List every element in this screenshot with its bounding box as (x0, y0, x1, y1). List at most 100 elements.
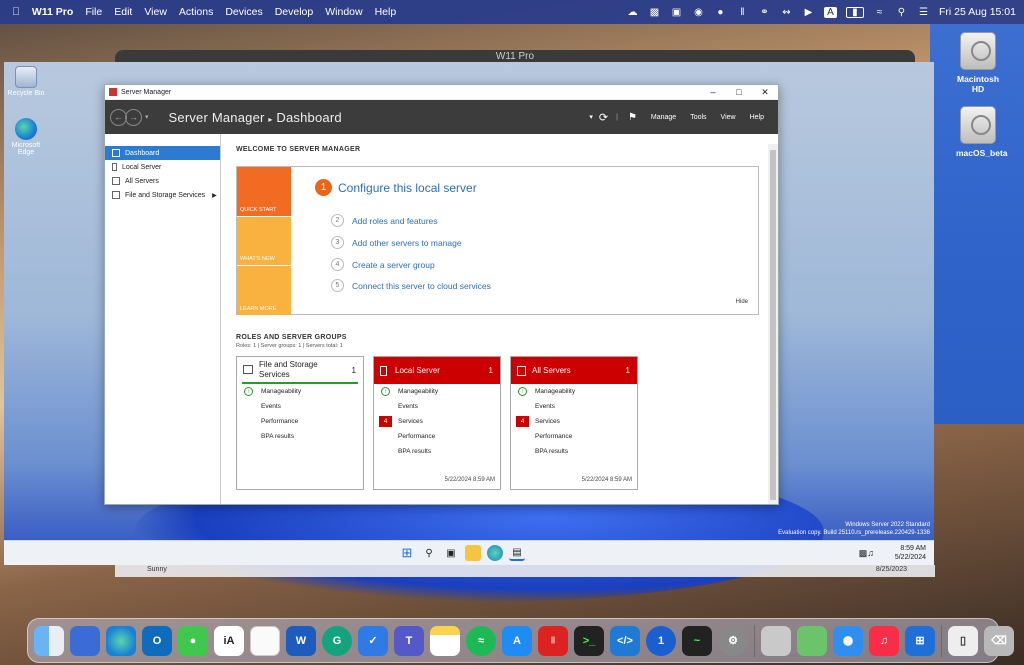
disk-macos-beta[interactable]: macOS_beta (956, 106, 1008, 158)
card-row-services[interactable]: 4 Services (374, 414, 500, 429)
tasks-icon[interactable]: ✓ (358, 625, 388, 656)
menu-view[interactable]: View (721, 114, 736, 121)
preview-icon[interactable] (761, 625, 791, 656)
card-row-events[interactable]: Events (374, 399, 500, 414)
battery-icon[interactable]: ▮ (845, 6, 864, 18)
server-manager-icon[interactable]: ▤ (509, 545, 525, 561)
notes-icon[interactable] (430, 625, 460, 656)
nav-item-local-server[interactable]: Local Server (105, 160, 220, 174)
maximize-icon[interactable]: □ (726, 85, 752, 100)
card-row-bpa[interactable]: BPA results (374, 444, 500, 459)
system-settings-icon[interactable]: ⚙ (718, 625, 748, 656)
apple-icon[interactable]:  (12, 6, 20, 18)
parallels-icon[interactable]: || (538, 625, 568, 656)
card-row-manageability[interactable]: ↑ Manageability (374, 384, 500, 399)
play-icon[interactable]: ▶ (802, 7, 815, 18)
app-menu[interactable]: W11 Pro (32, 6, 73, 18)
windows-icon[interactable]: ⊞ (905, 625, 935, 656)
notifications-flag-icon[interactable]: ⚑ (628, 112, 637, 123)
vscode-icon[interactable]: </> (610, 625, 640, 656)
grammarly-menu-icon[interactable]: ◉ (692, 7, 705, 18)
vertical-scrollbar[interactable] (768, 144, 778, 504)
messages-icon[interactable]: ● (178, 625, 208, 656)
disk-macintosh-hd[interactable]: Macintosh HD (956, 32, 1000, 94)
card-header[interactable]: Local Server 1 (374, 357, 500, 384)
card-row-manageability[interactable]: ↑ Manageability (511, 384, 637, 399)
edge-icon[interactable] (487, 545, 503, 561)
bluetooth-icon[interactable]: ↭ (780, 7, 793, 18)
dropdown-icon[interactable]: ▾ (589, 113, 593, 121)
card-file-storage[interactable]: File and Storage Services 1 ↑ Manageabili… (236, 356, 364, 490)
card-row-services[interactable]: 4 Services (511, 414, 637, 429)
maps-icon[interactable] (797, 625, 827, 656)
keyboard-a-icon[interactable]: A (823, 6, 837, 18)
file-explorer-icon[interactable] (465, 545, 481, 561)
step-add-servers[interactable]: 3 Add other servers to manage (331, 236, 462, 249)
card-header[interactable]: File and Storage Services 1 (242, 357, 358, 384)
menu-help[interactable]: Help (750, 114, 764, 121)
word-icon[interactable]: W (286, 625, 316, 656)
spotify-icon[interactable]: ≈ (466, 625, 496, 656)
step-connect-cloud[interactable]: 5 Connect this server to cloud services (331, 279, 491, 292)
task-view-icon[interactable]: ▣ (443, 545, 459, 561)
sm-titlebar[interactable]: Server Manager – □ ✕ (105, 85, 778, 100)
nav-item-all-servers[interactable]: All Servers (105, 174, 220, 188)
tile-whats-new[interactable]: WHAT'S NEW (237, 217, 291, 265)
menu-devices[interactable]: Devices (225, 6, 262, 18)
start-icon[interactable]: ⊞ (399, 545, 415, 561)
step-create-group[interactable]: 4 Create a server group (331, 258, 435, 271)
menu-manage[interactable]: Manage (651, 114, 676, 121)
card-row-bpa[interactable]: BPA results (511, 444, 637, 459)
menu-window[interactable]: Window (325, 6, 362, 18)
tile-quick-start[interactable]: QUICK START (237, 167, 291, 216)
finder-icon[interactable] (34, 625, 64, 656)
scrollbar-thumb[interactable] (770, 150, 776, 500)
nav-item-file-storage[interactable]: File and Storage Services ▶ (105, 188, 220, 202)
app-store-icon[interactable]: A (502, 625, 532, 656)
outlook-icon[interactable]: O (142, 625, 172, 656)
parallels-menu-icon[interactable]: ‖ (736, 7, 749, 18)
menu-help[interactable]: Help (375, 6, 397, 18)
nav-item-dashboard[interactable]: Dashboard (105, 146, 220, 160)
menu-develop[interactable]: Develop (275, 6, 314, 18)
card-row-performance[interactable]: Performance (374, 429, 500, 444)
activity-monitor-icon[interactable]: ~ (682, 625, 712, 656)
terminal-icon[interactable]: >_ (574, 625, 604, 656)
control-center-icon[interactable]: ☰ (917, 7, 930, 18)
spotlight-search-icon[interactable]: ⚲ (895, 7, 908, 18)
screenshot-icon[interactable]: ▣ (670, 7, 683, 18)
taskbar-clock[interactable]: 8:59 AM 5/22/2024 (895, 544, 926, 562)
card-row-performance[interactable]: Performance (237, 414, 363, 429)
step-add-roles[interactable]: 2 Add roles and features (331, 214, 438, 227)
forward-icon[interactable]: → (125, 108, 142, 126)
history-dropdown-icon[interactable]: ▾ (145, 113, 149, 121)
trash-icon[interactable]: ⌫ (984, 625, 1014, 656)
card-row-bpa[interactable]: BPA results (237, 429, 363, 444)
music-icon[interactable]: ♫ (869, 625, 899, 656)
ia-writer-icon[interactable]: iA (214, 625, 244, 656)
close-icon[interactable]: ✕ (752, 85, 778, 100)
card-row-manageability[interactable]: ↑ Manageability (237, 384, 363, 399)
teams-icon[interactable]: T (394, 625, 424, 656)
tile-learn-more[interactable]: LEARN MORE (237, 266, 291, 315)
notes-blank-icon[interactable] (250, 625, 280, 656)
card-row-events[interactable]: Events (511, 399, 637, 414)
cloud-icon[interactable]: ☁ (626, 7, 639, 18)
wifi-icon[interactable]: ≈ (873, 7, 886, 18)
menu-tools[interactable]: Tools (690, 114, 706, 121)
grammarly-icon[interactable]: G (322, 625, 352, 656)
desktop-icon-edge[interactable]: Microsoft Edge (6, 118, 46, 156)
desktop-icon-recycle-bin[interactable]: Recycle Bin (6, 66, 46, 97)
card-row-performance[interactable]: Performance (511, 429, 637, 444)
configure-local-server-link[interactable]: 1 Configure this local server (315, 179, 477, 196)
menu-edit[interactable]: Edit (114, 6, 132, 18)
card-row-events[interactable]: Events (237, 399, 363, 414)
minimize-icon[interactable]: – (700, 85, 726, 100)
menu-view[interactable]: View (144, 6, 167, 18)
hide-link[interactable]: Hide (736, 299, 748, 305)
menubar-clock[interactable]: Fri 25 Aug 15:01 (939, 6, 1016, 18)
card-local-server[interactable]: Local Server 1 ↑ Manageability Events 4 Se… (373, 356, 501, 490)
refresh-icon[interactable]: ⟳ (599, 111, 608, 124)
menu-file[interactable]: File (85, 6, 102, 18)
launchpad-icon[interactable] (70, 625, 100, 656)
